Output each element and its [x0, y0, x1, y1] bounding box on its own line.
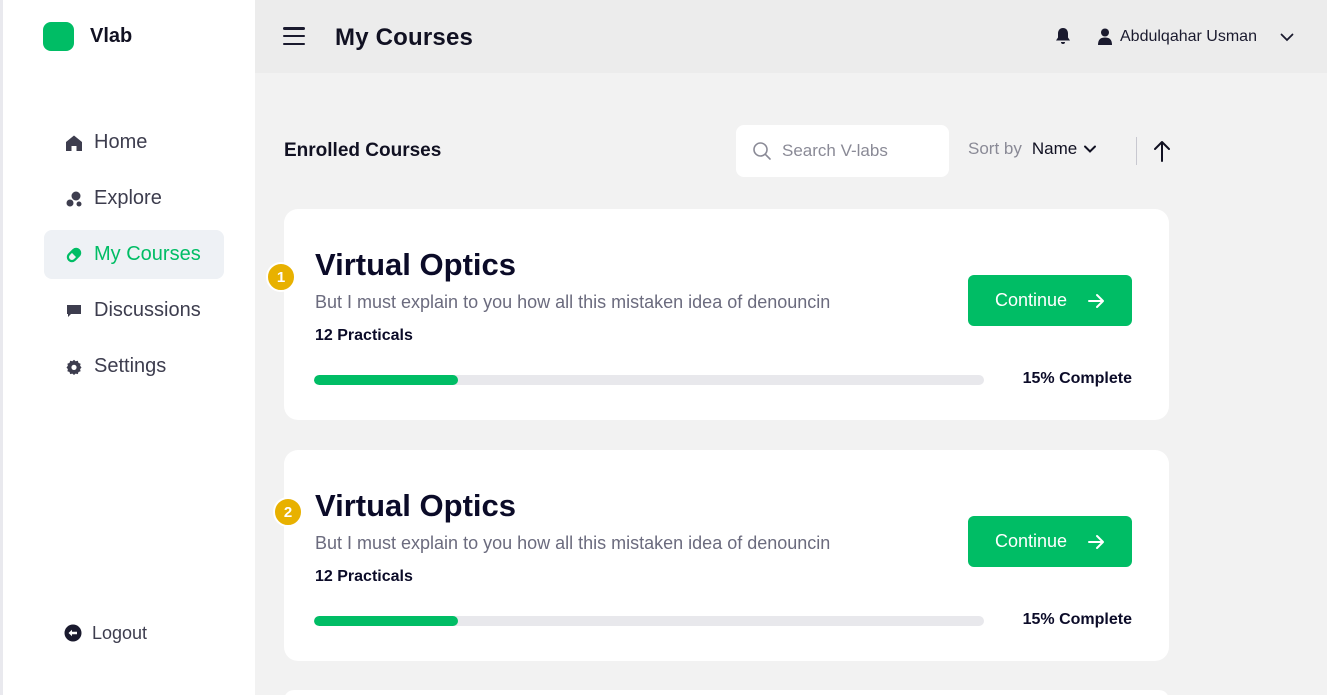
sort-direction-up-icon[interactable]: [1152, 139, 1172, 163]
course-practicals: 12 Practicals: [315, 568, 413, 585]
logout-label: Logout: [92, 623, 148, 643]
arrow-right-icon: [1087, 292, 1105, 310]
sidebar-item-home[interactable]: Home: [44, 118, 224, 167]
course-number-badge: 2: [273, 497, 303, 527]
course-number-badge: 1: [266, 262, 296, 292]
explore-icon: [64, 189, 84, 209]
search-icon: [752, 141, 772, 161]
progress-label: 15% Complete: [1022, 370, 1132, 387]
chat-icon: [64, 301, 84, 321]
course-description: But I must explain to you how all this m…: [315, 292, 831, 312]
continue-button[interactable]: Continue: [968, 516, 1132, 567]
sort-value: Name: [1031, 139, 1078, 158]
menu-icon[interactable]: [283, 27, 305, 45]
section-title: Enrolled Courses: [284, 140, 442, 161]
toolbar-divider: [1136, 137, 1137, 165]
progress-fill: [314, 375, 458, 385]
sidebar-item-label: Settings: [94, 355, 167, 377]
page-title: My Courses: [335, 24, 474, 51]
sidebar-item-discussions[interactable]: Discussions: [44, 286, 224, 335]
bell-icon[interactable]: [1053, 26, 1073, 46]
sidebar-item-label: Home: [94, 131, 148, 153]
sort-control: Sort by Name: [968, 139, 1097, 159]
gear-icon: [64, 357, 84, 377]
pill-icon: [64, 245, 84, 265]
sort-dropdown[interactable]: Name: [1032, 139, 1097, 159]
search-box: [736, 125, 949, 177]
sidebar-item-label: Explore: [94, 187, 162, 209]
progress-label: 15% Complete: [1022, 611, 1132, 628]
brand[interactable]: Vlab: [43, 22, 132, 51]
continue-label: Continue: [994, 531, 1068, 551]
logout-icon: [64, 624, 84, 644]
user-menu[interactable]: Abdulqahar Usman: [1098, 28, 1295, 46]
logout-button[interactable]: Logout: [64, 623, 147, 644]
brand-logo: [43, 22, 74, 51]
top-bar: My Courses Abdulqahar Usman: [255, 0, 1327, 73]
sidebar-item-label: Discussions: [94, 299, 201, 321]
course-practicals: 12 Practicals: [315, 327, 413, 344]
sidebar-nav: Home Explore My Courses Discussions Sett…: [44, 118, 224, 398]
course-card-partial: [284, 690, 1169, 695]
chevron-down-icon: [1279, 29, 1295, 45]
progress-bar: [314, 375, 984, 385]
sidebar: Vlab Home Explore My Courses Discussions: [0, 0, 255, 695]
course-title: Virtual Optics: [315, 247, 516, 282]
user-icon: [1098, 28, 1114, 46]
search-input[interactable]: [782, 141, 932, 161]
course-card: 1 Virtual Optics But I must explain to y…: [266, 209, 1169, 420]
progress-bar: [314, 616, 984, 626]
sort-label: Sort by: [968, 139, 1022, 158]
course-card: 2 Virtual Optics But I must explain to y…: [273, 450, 1169, 661]
chevron-down-icon: [1083, 142, 1097, 156]
arrow-right-icon: [1087, 533, 1105, 551]
brand-name: Vlab: [90, 25, 133, 47]
home-icon: [64, 133, 84, 153]
sidebar-item-settings[interactable]: Settings: [44, 342, 224, 391]
continue-button[interactable]: Continue: [968, 275, 1132, 326]
course-title: Virtual Optics: [315, 488, 516, 523]
sidebar-item-label: My Courses: [94, 243, 201, 265]
continue-label: Continue: [994, 290, 1068, 310]
sidebar-item-explore[interactable]: Explore: [44, 174, 224, 223]
user-name: Abdulqahar Usman: [1120, 28, 1257, 45]
sidebar-item-my-courses[interactable]: My Courses: [44, 230, 224, 279]
progress-fill: [314, 616, 458, 626]
course-description: But I must explain to you how all this m…: [315, 533, 831, 553]
